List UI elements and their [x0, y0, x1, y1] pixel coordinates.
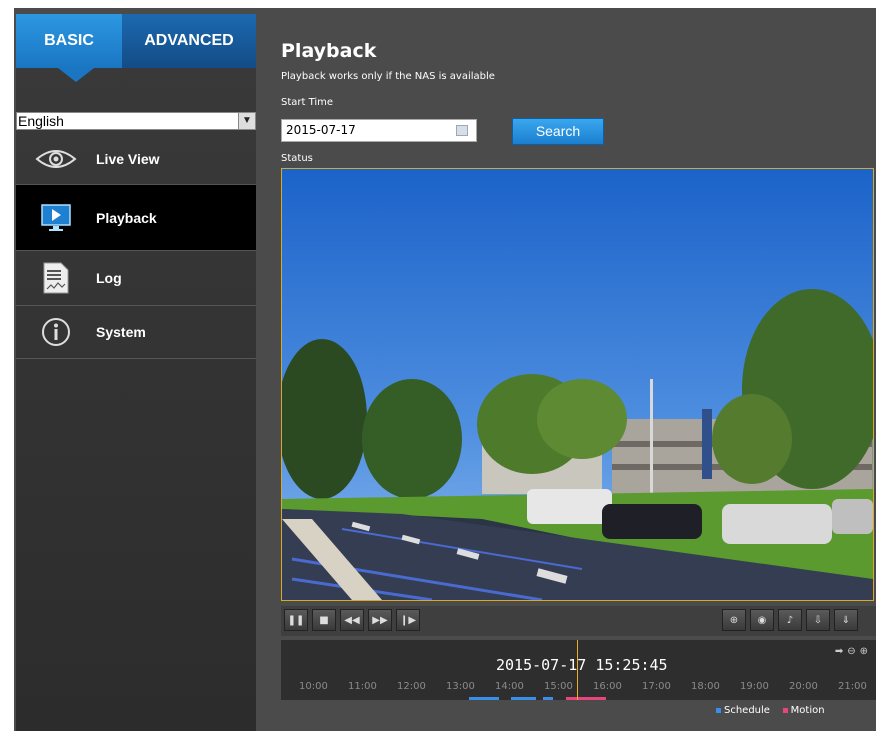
schedule-swatch [716, 707, 721, 713]
info-icon [16, 317, 96, 347]
zoom-in-icon[interactable]: ⊕ [860, 646, 868, 657]
hour-label: 21:00 [838, 681, 867, 692]
motion-bar [566, 697, 606, 700]
rewind-icon[interactable]: ◀◀ [340, 609, 364, 631]
legend-schedule: Schedule [724, 705, 770, 716]
legend-motion: Motion [790, 705, 825, 716]
motion-swatch [782, 707, 788, 713]
fast-forward-icon[interactable]: ▶▶ [368, 609, 392, 631]
log-document-icon [16, 262, 96, 294]
chevron-down-icon[interactable]: ▼ [238, 113, 255, 129]
playback-controls: ❚❚ ■ ◀◀ ▶▶ ❙▶ ⊕ ◉ ♪ ⇩ ⇓ [281, 606, 876, 636]
audio-icon[interactable]: ♪ [778, 609, 802, 631]
schedule-bar [543, 697, 553, 700]
sidebar-item-label: Log [96, 270, 122, 286]
app-window: BASIC ADVANCED English ▼ Live View Playb… [14, 8, 876, 731]
stop-icon[interactable]: ■ [312, 609, 336, 631]
hour-label: 19:00 [740, 681, 769, 692]
start-date-value: 2015-07-17 [286, 123, 356, 137]
timeline[interactable]: ➡ ⊖ ⊕ 2015-07-17 15:25:45 10:00 11:00 12… [281, 640, 876, 700]
main-content: Playback Playback works only if the NAS … [256, 8, 876, 731]
hour-label: 10:00 [299, 681, 328, 692]
page-title: Playback [281, 40, 377, 62]
sidebar-item-playback[interactable]: Playback [16, 185, 262, 250]
start-date-input[interactable]: 2015-07-17 [281, 119, 477, 142]
hour-label: 18:00 [691, 681, 720, 692]
save-icon[interactable]: ⇓ [834, 609, 858, 631]
snapshot-icon[interactable]: ◉ [750, 609, 774, 631]
language-select[interactable]: English ▼ [16, 112, 256, 130]
camera-frame-image [282, 169, 873, 600]
hour-label: 13:00 [446, 681, 475, 692]
sidebar-item-label: Playback [96, 209, 157, 226]
hour-label: 16:00 [593, 681, 622, 692]
hour-label: 12:00 [397, 681, 426, 692]
download-clip-icon[interactable]: ⇩ [806, 609, 830, 631]
sidebar-item-log[interactable]: Log [16, 251, 256, 305]
arrow-right-icon[interactable]: ➡ [835, 646, 843, 657]
hour-label: 17:00 [642, 681, 671, 692]
timeline-datetime: 2015-07-17 15:25:45 [496, 656, 668, 674]
sidebar-item-live-view[interactable]: Live View [16, 134, 256, 184]
hour-label: 20:00 [789, 681, 818, 692]
language-select-value: English [18, 113, 64, 129]
play-screen-icon [16, 203, 96, 232]
timeline-zoom-controls: ➡ ⊖ ⊕ [835, 646, 868, 657]
start-time-label: Start Time [281, 97, 334, 108]
timeline-legend: Schedule Motion [716, 705, 825, 716]
timeline-hours: 10:00 11:00 12:00 13:00 14:00 15:00 16:0… [281, 681, 876, 695]
timeline-cursor[interactable] [577, 640, 578, 700]
tab-basic[interactable]: BASIC [16, 14, 122, 68]
status-label: Status [281, 153, 313, 164]
hour-label: 14:00 [495, 681, 524, 692]
zoom-out-icon[interactable]: ⊖ [847, 646, 855, 657]
hour-label: 11:00 [348, 681, 377, 692]
eye-icon [16, 147, 96, 171]
sidebar-item-label: System [96, 324, 146, 340]
calendar-icon[interactable] [456, 125, 468, 136]
tab-advanced[interactable]: ADVANCED [122, 14, 256, 68]
video-player[interactable] [281, 168, 874, 601]
step-forward-icon[interactable]: ❙▶ [396, 609, 420, 631]
sidebar-item-label: Live View [96, 151, 160, 167]
divider [16, 358, 256, 359]
sidebar-item-system[interactable]: System [16, 306, 256, 358]
hour-label: 15:00 [544, 681, 573, 692]
search-button[interactable]: Search [512, 118, 604, 145]
zoom-icon[interactable]: ⊕ [722, 609, 746, 631]
active-tab-indicator [58, 68, 94, 82]
pause-icon[interactable]: ❚❚ [284, 609, 308, 631]
sidebar: BASIC ADVANCED English ▼ Live View Playb… [16, 14, 268, 731]
schedule-bar [469, 697, 499, 700]
page-subtitle: Playback works only if the NAS is availa… [281, 71, 495, 82]
schedule-bar [511, 697, 536, 700]
